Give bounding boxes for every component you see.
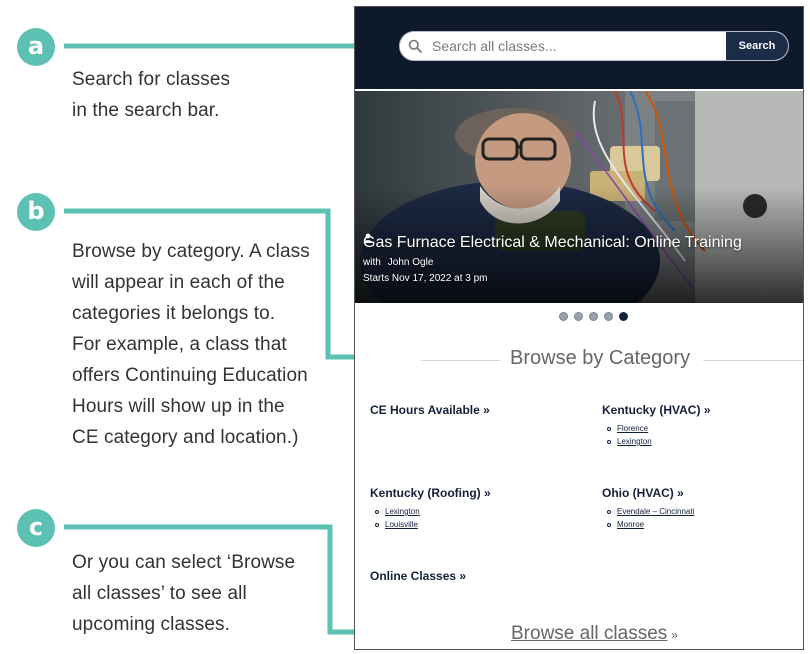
annotation-b-line: For example, a class that [72, 334, 287, 355]
annotation-b-line: will appear in each of the [72, 272, 285, 293]
annotation-b-line: offers Continuing Education [72, 365, 308, 386]
carousel-dot[interactable] [574, 312, 583, 321]
section-title: Browse by Category [510, 347, 691, 369]
location-list: Florence Lexington [607, 422, 711, 448]
category-ohio-hvac: Ohio (HVAC) » Evendale – Cincinnati Monr… [602, 486, 694, 531]
website-screenshot: Search all classes... Search Gas Furnace… [354, 6, 804, 650]
category-link[interactable]: Ohio (HVAC) » [602, 486, 694, 500]
annotation-c-line: Or you can select ‘Browse [72, 552, 296, 573]
location-link[interactable]: Evendale – Cincinnati [617, 505, 694, 518]
annotation-c-line: upcoming classes. [72, 614, 230, 635]
location-link[interactable]: Lexington [385, 505, 420, 518]
annotation-b-line: categories it belongs to. [72, 303, 276, 324]
search-bar: Search [399, 31, 789, 61]
category-kentucky-hvac: Kentucky (HVAC) » Florence Lexington [602, 403, 711, 448]
carousel-dot[interactable] [559, 312, 568, 321]
annotation-badge-a: a [17, 28, 55, 66]
browse-all-classes: Browse all classes » [511, 623, 678, 645]
site-header: Search [355, 7, 803, 89]
browse-by-category-header: Browse by Category [355, 345, 803, 375]
annotation-badge-c: c [17, 509, 55, 547]
annotation-note-b: Browse by category. A class will appear … [72, 236, 310, 453]
hero-instructor: with John Ogle [363, 233, 742, 271]
location-link[interactable]: Florence [617, 422, 648, 435]
hero-caption: Gas Furnace Electrical & Mechanical: Onl… [363, 233, 742, 287]
annotation-c-line: all classes’ to see all [72, 583, 247, 604]
search-input[interactable] [430, 32, 726, 60]
category-link[interactable]: CE Hours Available » [370, 403, 490, 417]
annotation-note-a: Search for classes in the search bar. [72, 64, 230, 126]
location-list: Lexington Louisville [375, 505, 491, 531]
annotation-a-line: in the search bar. [72, 100, 220, 121]
hero-title[interactable]: Gas Furnace Electrical & Mechanical: Onl… [363, 233, 742, 253]
category-kentucky-roofing: Kentucky (Roofing) » Lexington Louisvill… [370, 486, 491, 531]
annotation-b-line: Browse by category. A class [72, 241, 310, 262]
category-link[interactable]: Kentucky (HVAC) » [602, 403, 711, 417]
annotation-b-line: Hours will show up in the [72, 396, 285, 417]
annotation-a-line: Search for classes [72, 69, 231, 90]
category-ce-hours: CE Hours Available » [370, 403, 490, 417]
annotation-b-line: CE category and location.) [72, 427, 299, 448]
category-link[interactable]: Online Classes » [370, 569, 466, 583]
annotation-badge-b: b [17, 193, 55, 231]
featured-class-slide[interactable]: Gas Furnace Electrical & Mechanical: Onl… [355, 91, 803, 303]
hero-start-date: Starts Nov 17, 2022 at 3 pm [363, 273, 488, 284]
location-link[interactable]: Louisville [385, 518, 418, 531]
divider [421, 360, 501, 361]
location-link[interactable]: Monroe [617, 518, 644, 531]
carousel-dot[interactable] [619, 312, 628, 321]
hero-with-label: with [363, 257, 381, 268]
list-item: Florence [607, 422, 711, 435]
list-item: Evendale – Cincinnati [607, 505, 694, 518]
hero-instructor-name: John Ogle [387, 257, 434, 268]
carousel-indicators [559, 312, 628, 321]
list-item: Lexington [375, 505, 491, 518]
annotation-note-c: Or you can select ‘Browse all classes’ t… [72, 547, 295, 640]
location-link[interactable]: Lexington [617, 435, 652, 448]
carousel-dot[interactable] [589, 312, 598, 321]
list-item: Louisville [375, 518, 491, 531]
search-icon [400, 32, 430, 60]
location-list: Evendale – Cincinnati Monroe [607, 505, 694, 531]
list-item: Lexington [607, 435, 711, 448]
raquo-glyph: » [671, 628, 678, 642]
list-item: Monroe [607, 518, 694, 531]
category-online-classes: Online Classes » [370, 569, 466, 583]
search-button[interactable]: Search [726, 32, 788, 60]
carousel-dot[interactable] [604, 312, 613, 321]
divider [703, 360, 803, 361]
category-link[interactable]: Kentucky (Roofing) » [370, 486, 491, 500]
browse-all-classes-link[interactable]: Browse all classes [511, 623, 667, 644]
